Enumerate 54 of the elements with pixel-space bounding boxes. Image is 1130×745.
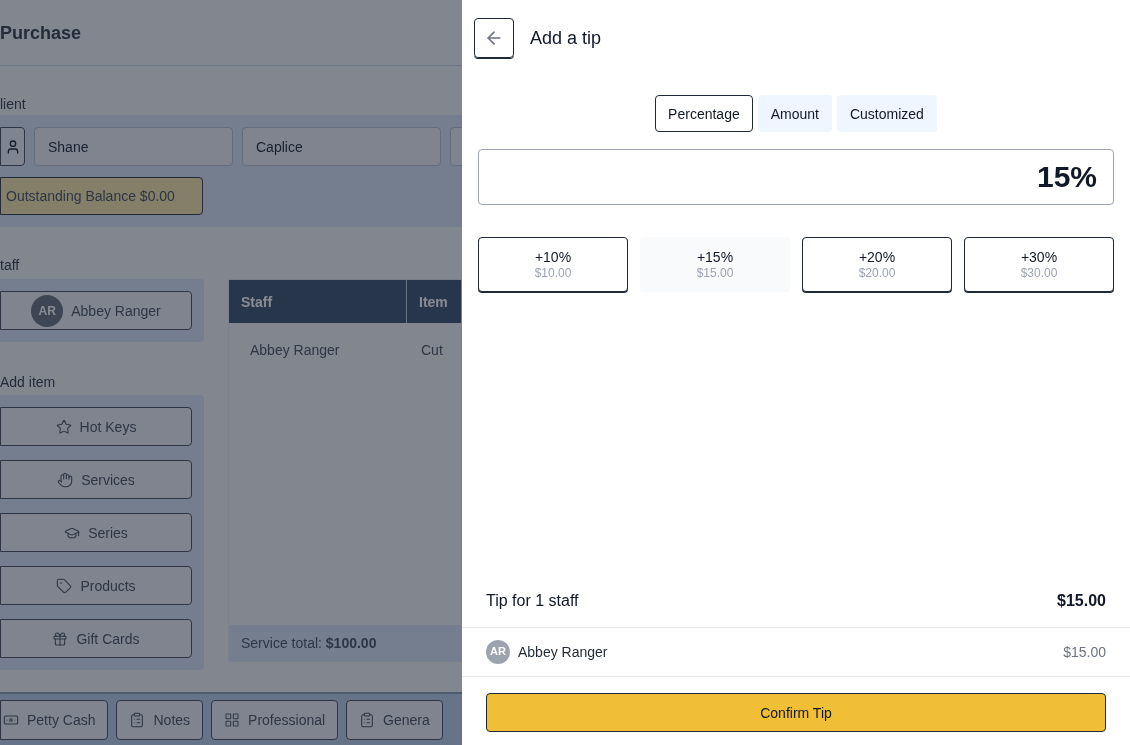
section-label: Add item bbox=[0, 373, 57, 392]
staff-button[interactable]: AR Abbey Ranger bbox=[0, 291, 192, 330]
tip-preset-button[interactable]: +20% $20.00 bbox=[802, 237, 952, 292]
add-item-button[interactable]: Gift Cards bbox=[0, 619, 192, 658]
preset-amount: $15.00 bbox=[696, 264, 734, 281]
toolbar-button[interactable]: Notes bbox=[116, 699, 204, 740]
preset-amount: $30.00 bbox=[1020, 264, 1058, 281]
column-header: Item bbox=[418, 292, 449, 312]
add-item-button[interactable]: Series bbox=[0, 513, 192, 552]
hand-icon bbox=[57, 471, 74, 488]
clipboard-icon bbox=[359, 711, 376, 728]
clipboard-icon bbox=[129, 711, 146, 728]
toolbar-button[interactable]: Genera bbox=[346, 699, 443, 740]
drawer-title: Add a tip bbox=[530, 27, 602, 50]
section-label: taff bbox=[0, 256, 21, 275]
preset-percent: +20% bbox=[858, 248, 896, 265]
tip-preset-button[interactable]: +10% $10.00 bbox=[478, 237, 628, 292]
add-item-button[interactable]: Services bbox=[0, 460, 192, 499]
section-label: lient bbox=[0, 95, 27, 114]
staff-tip-amount: $15.00 bbox=[1063, 643, 1106, 662]
mode-tab[interactable]: Percentage bbox=[655, 95, 753, 132]
preset-percent: +30% bbox=[1020, 248, 1058, 265]
toolbar-button[interactable]: Professional bbox=[211, 699, 339, 740]
toolbar-button[interactable]: Petty Cash bbox=[0, 699, 109, 740]
preset-amount: $10.00 bbox=[534, 264, 572, 281]
preset-percent: +10% bbox=[534, 248, 572, 265]
grid-icon bbox=[224, 711, 241, 728]
confirm-button[interactable]: Confirm Tip bbox=[486, 693, 1106, 732]
text-field[interactable]: Caplice bbox=[242, 127, 441, 166]
avatar: AR bbox=[31, 294, 64, 327]
table-cell-text: Cut bbox=[420, 341, 444, 360]
preset-amount: $20.00 bbox=[858, 264, 896, 281]
add-item-button[interactable]: Hot Keys bbox=[0, 407, 192, 446]
star-icon bbox=[55, 418, 72, 435]
balance-button[interactable]: Outstanding Balance $0.00 bbox=[0, 177, 203, 215]
table-footer: Service total: $100.00 bbox=[229, 625, 461, 661]
tip-preset-button[interactable]: +30% $30.00 bbox=[964, 237, 1114, 292]
tag-icon bbox=[56, 577, 73, 594]
tip-value-field[interactable]: 15% bbox=[478, 149, 1114, 205]
add-item-button[interactable]: Products bbox=[0, 566, 192, 605]
avatar: AR bbox=[486, 640, 510, 664]
column-header: Staff bbox=[229, 280, 407, 323]
staff-name: Abbey Ranger bbox=[518, 643, 608, 662]
back-button[interactable] bbox=[474, 18, 514, 58]
preset-percent: +15% bbox=[696, 248, 734, 265]
summary-total: $15.00 bbox=[1057, 590, 1106, 611]
mode-tab[interactable]: Amount bbox=[757, 95, 832, 132]
page-title: Purchase bbox=[0, 21, 82, 45]
gift-icon bbox=[52, 630, 69, 647]
text-field[interactable]: Shane bbox=[34, 127, 233, 166]
table-cell-text: Abbey Ranger bbox=[249, 341, 341, 360]
tip-preset-button[interactable]: +15% $15.00 bbox=[640, 237, 790, 292]
summary-label: Tip for 1 staff bbox=[486, 590, 579, 611]
mode-tab[interactable]: Customized bbox=[836, 95, 937, 132]
